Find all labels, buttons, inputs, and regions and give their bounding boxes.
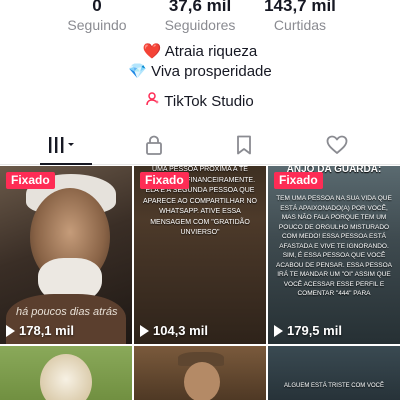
- view-count-text: 178,1 mil: [19, 323, 74, 338]
- followers-stat[interactable]: 37,6 mil Seguidores: [145, 0, 255, 34]
- view-count-text: 104,3 mil: [153, 323, 208, 338]
- lock-icon: [146, 135, 162, 155]
- video-thumbnail[interactable]: [134, 346, 266, 400]
- pinned-badge: Fixado: [140, 172, 189, 189]
- tab-videos[interactable]: [32, 125, 92, 165]
- video-overlay-text: TEM UMA PESSOA NA SUA VIDA QUE ESTÁ APAI…: [276, 195, 392, 297]
- studio-icon: [146, 92, 160, 109]
- grid-icon: [49, 137, 74, 153]
- followers-label: Seguidores: [164, 17, 236, 33]
- view-count: 104,3 mil: [140, 323, 208, 338]
- video-thumbnail[interactable]: Fixado UMA PESSOA PRÓXIMA A TE ABENÇOAR …: [134, 166, 266, 344]
- video-overlay-text: ALGUEM ESTÁ TRISTE COM VOCÊ: [284, 383, 384, 389]
- view-count: 178,1 mil: [6, 323, 74, 338]
- bio-line-1: ❤️ Atraia riqueza: [142, 43, 258, 60]
- view-count: 179,5 mil: [274, 323, 342, 338]
- profile-bio: ❤️ Atraia riqueza 💎 Viva prosperidade: [0, 42, 400, 82]
- studio-person-icon: [146, 92, 160, 106]
- following-label: Seguindo: [67, 17, 127, 33]
- portrait-face: [184, 362, 220, 400]
- following-stat[interactable]: 0 Seguindo: [42, 0, 152, 34]
- video-thumbnail[interactable]: Fixado há poucos dias atrás 178,1 mil: [0, 166, 132, 344]
- play-icon: [6, 324, 15, 337]
- likes-label: Curtidas: [273, 17, 327, 33]
- following-count: 0: [92, 0, 102, 15]
- tab-liked[interactable]: [307, 125, 367, 165]
- view-count-text: 179,5 mil: [287, 323, 342, 338]
- play-icon: [140, 324, 149, 337]
- heart-icon: [326, 135, 348, 154]
- video-caption: há poucos dias atrás: [16, 306, 118, 318]
- studio-label: TikTok Studio: [164, 93, 254, 110]
- bio-line-2: 💎 Viva prosperidade: [128, 63, 272, 80]
- tiktok-studio-link[interactable]: TikTok Studio: [0, 92, 400, 110]
- followers-count: 37,6 mil: [168, 0, 232, 15]
- pinned-badge: Fixado: [274, 172, 323, 189]
- pinned-badge: Fixado: [6, 172, 55, 189]
- video-thumbnail[interactable]: ALGUEM ESTÁ TRISTE COM VOCÊ: [268, 346, 400, 400]
- likes-stat[interactable]: 143,7 mil Curtidas: [245, 0, 355, 34]
- video-thumbnail[interactable]: [0, 346, 132, 400]
- tab-favorites[interactable]: [214, 125, 274, 165]
- bookmark-icon: [237, 135, 251, 155]
- likes-count: 143,7 mil: [264, 0, 336, 15]
- tab-private[interactable]: [124, 125, 184, 165]
- owl-image: [40, 354, 92, 400]
- video-grid: Fixado há poucos dias atrás 178,1 mil Fi…: [0, 166, 400, 400]
- video-thumbnail[interactable]: ANJO DA GUARDA: Fixado TEM UMA PESSOA NA…: [268, 166, 400, 344]
- play-icon: [274, 324, 283, 337]
- profile-stats: 0 Seguindo 37,6 mil Seguidores 143,7 mil…: [0, 0, 400, 40]
- active-tab-indicator: [40, 163, 92, 165]
- profile-tabs: [0, 125, 400, 165]
